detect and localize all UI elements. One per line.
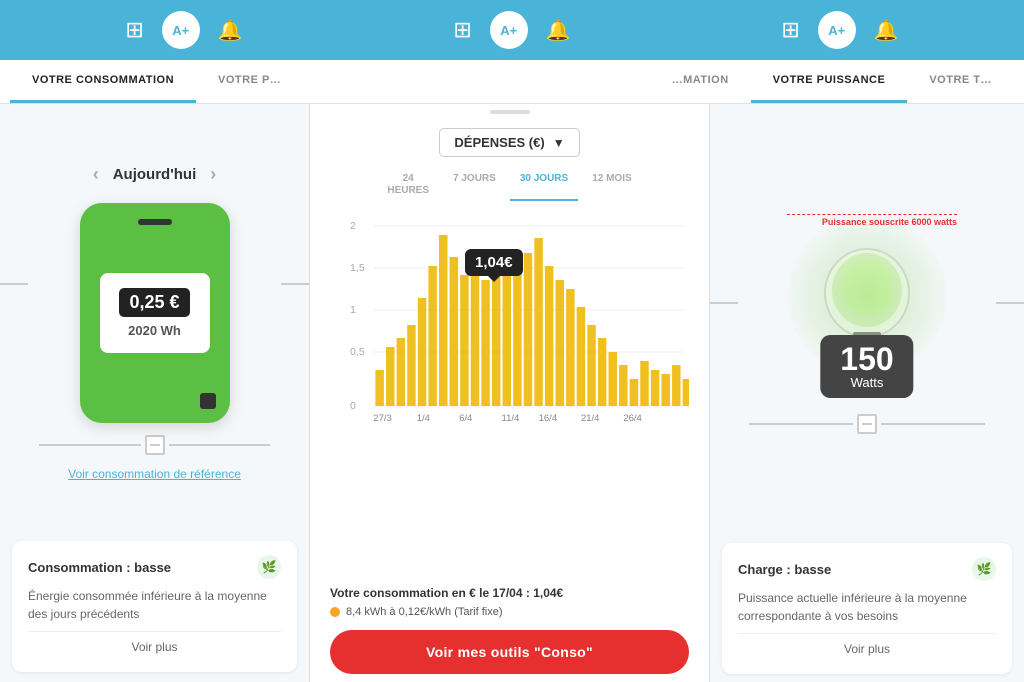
nav-group-1: ⊞ A+ 🔔 xyxy=(125,11,242,49)
svg-text:6/4: 6/4 xyxy=(459,413,472,423)
watts-label: Watts xyxy=(840,375,893,390)
svg-text:21/4: 21/4 xyxy=(581,413,600,423)
device-screen: 0,25 € 2020 Wh xyxy=(100,273,210,353)
grid-icon-2[interactable]: ⊞ xyxy=(453,17,471,43)
tarif-text: 8,4 kWh à 0,12€/kWh (Tarif fixe) xyxy=(346,606,503,618)
device-wh-value: 2020 Wh xyxy=(128,323,181,338)
scroll-indicator xyxy=(310,104,709,114)
svg-text:16/4: 16/4 xyxy=(539,413,558,423)
device-cost-value: 0,25 € xyxy=(119,288,189,317)
bell-icon-2[interactable]: 🔔 xyxy=(546,18,571,43)
ref-link[interactable]: Voir consommation de référence xyxy=(68,467,241,481)
svg-text:11/4: 11/4 xyxy=(501,413,519,423)
avatar-1[interactable]: A+ xyxy=(162,11,200,49)
tarif-dot xyxy=(330,607,340,617)
svg-text:1/4: 1/4 xyxy=(417,413,430,423)
bell-icon-3[interactable]: 🔔 xyxy=(874,18,899,43)
avatar-3[interactable]: A+ xyxy=(818,11,856,49)
svg-text:27/3: 27/3 xyxy=(373,413,392,423)
tab-mation[interactable]: …MATION xyxy=(650,60,751,103)
power-indicator: Puissance souscrite 6000 watts xyxy=(787,214,957,227)
right-wire-right xyxy=(996,302,1024,304)
tab-24h[interactable]: 24HEURES xyxy=(377,169,439,201)
cta-button[interactable]: Voir mes outils "Conso" xyxy=(330,630,689,674)
right-wire-left xyxy=(710,302,738,304)
tabs-row: VOTRE CONSOMMATION VOTRE P… …MATION VOTR… xyxy=(0,60,1024,104)
watts-value: 150 xyxy=(840,343,893,375)
info-card-text: Énergie consommée inférieure à la moyenn… xyxy=(28,587,281,623)
svg-text:2: 2 xyxy=(350,221,356,232)
chart-container: 2 1,5 1 0,5 0 xyxy=(310,211,709,576)
wire-line-section-right xyxy=(749,414,984,434)
svg-text:26/4: 26/4 xyxy=(623,413,642,423)
tarif-line: 8,4 kWh à 0,12€/kWh (Tarif fixe) xyxy=(330,606,689,618)
bell-icon-1[interactable]: 🔔 xyxy=(218,18,243,43)
eco-badge: 🌿 xyxy=(257,555,281,579)
center-bottom: Votre consommation en € le 17/04 : 1,04€… xyxy=(310,576,709,682)
date-next-button[interactable]: › xyxy=(210,164,216,185)
time-tabs: 24HEURES 7 JOURS 30 JOURS 12 MOIS xyxy=(330,169,689,201)
left-info-card: Consommation : basse 🌿 Énergie consommée… xyxy=(12,541,297,672)
svg-text:1,5: 1,5 xyxy=(350,263,365,274)
right-eco-badge: 🌿 xyxy=(972,557,996,581)
conso-date-line: Votre consommation en € le 17/04 : 1,04€ xyxy=(330,586,689,600)
grid-icon-3[interactable]: ⊞ xyxy=(781,17,799,43)
right-info-card-text: Puissance actuelle inférieure à la moyen… xyxy=(738,589,996,625)
bulb-section: Puissance souscrite 6000 watts xyxy=(710,104,1024,535)
nav-group-3: ⊞ A+ 🔔 xyxy=(781,11,898,49)
current-date: Aujourd'hui xyxy=(113,166,197,183)
avatar-2[interactable]: A+ xyxy=(490,11,528,49)
voir-plus-left[interactable]: Voir plus xyxy=(28,631,281,662)
date-navigation: ‹ Aujourd'hui › xyxy=(93,164,217,185)
wire-connector-right xyxy=(281,283,309,285)
tab-7jours[interactable]: 7 JOURS xyxy=(443,169,506,201)
depenses-dropdown[interactable]: DÉPENSES (€) ▼ xyxy=(439,128,579,157)
date-prev-button[interactable]: ‹ xyxy=(93,164,99,185)
svg-text:0: 0 xyxy=(350,401,356,412)
conso-value: 1,04€ xyxy=(533,586,563,600)
bulb-wrapper: Puissance souscrite 6000 watts xyxy=(777,206,957,406)
device-mockup: 0,25 € 2020 Wh xyxy=(80,203,230,423)
tab-puissance[interactable]: VOTRE PUISSANCE xyxy=(751,60,908,103)
chevron-down-icon: ▼ xyxy=(553,136,565,150)
wire-connector-left xyxy=(0,283,28,285)
device-bottom-button xyxy=(200,393,216,409)
device-section: ‹ Aujourd'hui › 0,25 € 2020 Wh xyxy=(0,104,309,531)
tab-12mois[interactable]: 12 MOIS xyxy=(582,169,641,201)
left-panel: ‹ Aujourd'hui › 0,25 € 2020 Wh xyxy=(0,104,310,682)
main-content: ‹ Aujourd'hui › 0,25 € 2020 Wh xyxy=(0,104,1024,682)
voir-plus-right[interactable]: Voir plus xyxy=(738,633,996,664)
right-info-card-title: Charge : basse xyxy=(738,562,831,577)
info-card-title: Consommation : basse xyxy=(28,560,171,575)
center-top: DÉPENSES (€) ▼ 24HEURES 7 JOURS 30 JOURS… xyxy=(310,114,709,207)
bar-chart: 2 1,5 1 0,5 0 xyxy=(350,211,689,431)
watts-display: 150 Watts xyxy=(820,335,913,398)
right-panel: Puissance souscrite 6000 watts xyxy=(710,104,1024,682)
depenses-label: DÉPENSES (€) xyxy=(454,135,544,150)
tab-votre-p[interactable]: VOTRE P… xyxy=(196,60,303,103)
device-top-bar xyxy=(138,219,172,225)
right-info-card-header: Charge : basse 🌿 xyxy=(738,557,996,581)
svg-text:1: 1 xyxy=(350,305,356,316)
svg-text:0,5: 0,5 xyxy=(350,347,365,358)
info-card-header: Consommation : basse 🌿 xyxy=(28,555,281,579)
nav-group-2: ⊞ A+ 🔔 xyxy=(453,11,570,49)
power-subscribed-label: Puissance souscrite 6000 watts xyxy=(822,217,957,227)
tab-30jours[interactable]: 30 JOURS xyxy=(510,169,578,201)
grid-icon-1[interactable]: ⊞ xyxy=(125,17,143,43)
center-panel: DÉPENSES (€) ▼ 24HEURES 7 JOURS 30 JOURS… xyxy=(310,104,710,682)
top-navigation: ⊞ A+ 🔔 ⊞ A+ 🔔 ⊞ A+ 🔔 xyxy=(0,0,1024,60)
tab-votre-t[interactable]: VOTRE T… xyxy=(907,60,1014,103)
wire-line-section xyxy=(39,435,270,455)
right-info-card: Charge : basse 🌿 Puissance actuelle infé… xyxy=(722,543,1012,674)
tab-consommation[interactable]: VOTRE CONSOMMATION xyxy=(10,60,196,103)
